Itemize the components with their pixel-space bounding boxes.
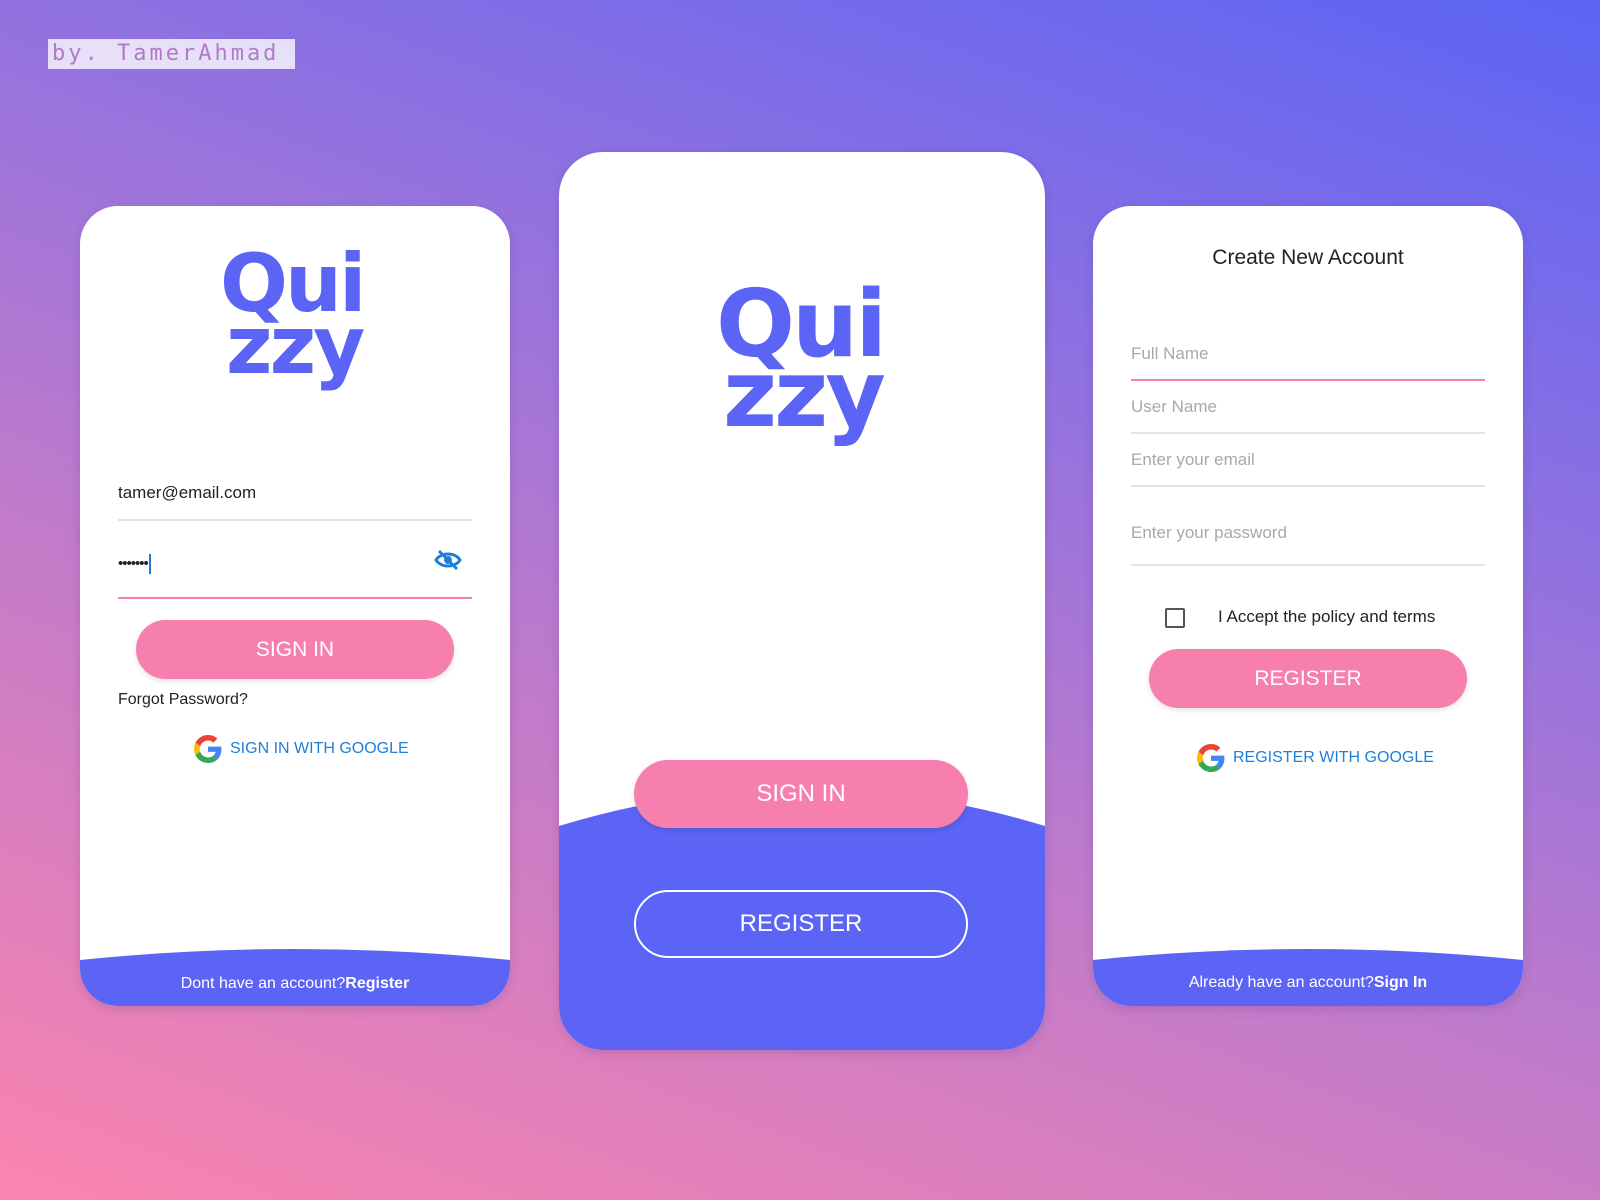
full-name-underline — [1131, 379, 1485, 381]
sign-in-with-google-button[interactable]: SIGN IN WITH GOOGLE — [194, 735, 409, 763]
logo-line-2: zzy — [723, 340, 886, 448]
sign-in-link[interactable]: Sign In — [1374, 974, 1427, 991]
email-underline — [118, 519, 472, 521]
register-prompt-text: Dont have an account? — [180, 975, 346, 992]
signin-prompt-text: Already have an account? — [1188, 974, 1374, 991]
terms-label: I Accept the policy and terms — [1218, 607, 1436, 626]
terms-checkbox[interactable] — [1165, 608, 1185, 628]
welcome-screen: Qui zzy SIGN IN REGISTER — [559, 152, 1045, 1050]
full-name-input[interactable]: Full Name — [1131, 344, 1208, 364]
password-field[interactable]: ••••••• — [118, 554, 151, 574]
email-underline — [1131, 485, 1485, 487]
google-icon — [1197, 744, 1225, 772]
sign-in-button[interactable]: SIGN IN — [136, 620, 454, 679]
sign-in-button[interactable]: SIGN IN — [634, 760, 968, 828]
password-underline — [118, 597, 472, 599]
forgot-password-link[interactable]: Forgot Password? — [118, 691, 248, 709]
email-field[interactable]: tamer@email.com — [118, 483, 256, 503]
register-link[interactable]: Register — [345, 975, 409, 992]
register-with-google-label: REGISTER WITH GOOGLE — [1233, 749, 1434, 766]
google-icon — [194, 735, 222, 763]
user-name-input[interactable]: User Name — [1131, 397, 1217, 417]
page-title: Create New Account — [1212, 246, 1404, 269]
sign-in-with-google-label: SIGN IN WITH GOOGLE — [230, 740, 409, 757]
register-screen: Create New Account Full Name User Name E… — [1093, 206, 1523, 1006]
register-with-google-button[interactable]: REGISTER WITH GOOGLE — [1197, 744, 1434, 772]
signin-screen: Qui zzy tamer@email.com ••••••• SIGN IN … — [80, 206, 510, 1006]
register-button[interactable]: REGISTER — [634, 890, 968, 958]
eye-off-icon[interactable] — [434, 548, 462, 572]
user-name-underline — [1131, 432, 1485, 434]
password-underline — [1131, 564, 1485, 566]
quizzy-logo: Qui zzy — [716, 278, 906, 458]
email-input[interactable]: Enter your email — [1131, 450, 1255, 470]
password-input[interactable]: Enter your password — [1131, 523, 1287, 543]
quizzy-logo: Qui zzy — [220, 244, 380, 414]
signin-prompt: Already have an account?Sign In — [1093, 974, 1523, 992]
register-prompt: Dont have an account?Register — [80, 975, 510, 993]
text-cursor — [148, 554, 151, 574]
author-credit: by. TamerAhmad — [48, 39, 295, 69]
register-button[interactable]: REGISTER — [1149, 649, 1467, 708]
logo-line-2: zzy — [226, 299, 365, 392]
password-value: ••••••• — [118, 554, 149, 572]
